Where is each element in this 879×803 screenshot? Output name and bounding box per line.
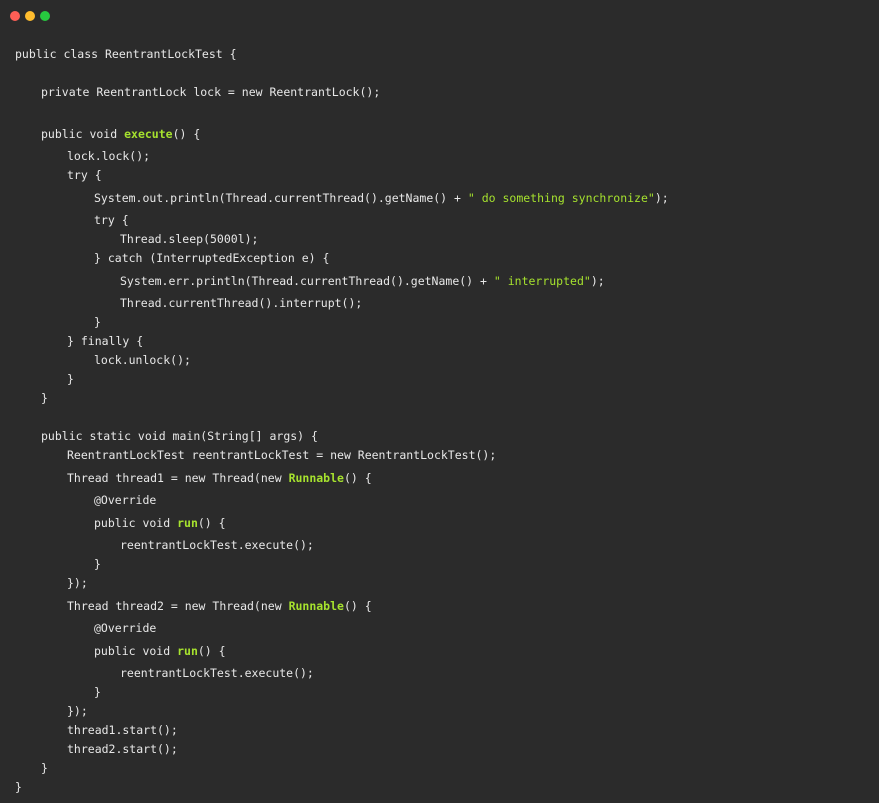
code-line: } — [94, 685, 101, 699]
code-text: reentrantLockTest.execute(); — [120, 666, 314, 680]
code-line: lock.lock(); — [67, 149, 150, 163]
code-text: }); — [67, 704, 88, 718]
code-text: } catch (InterruptedException e) { — [94, 251, 330, 265]
code-line: private ReentrantLock lock = new Reentra… — [41, 85, 380, 99]
code-text: public void — [94, 516, 178, 530]
code-text: ReentrantLockTest reentrantLockTest = ne… — [67, 448, 497, 462]
code-line: Thread thread1 = new Thread(new Runnable… — [67, 471, 372, 485]
code-identifier: run — [177, 644, 198, 658]
code-text: try { — [67, 168, 102, 182]
code-string: " do something synchronize" — [467, 191, 655, 205]
code-text: try { — [94, 213, 129, 227]
code-line: Thread.sleep(5000l); — [120, 232, 258, 246]
code-text: Thread thread1 = new Thread(new — [67, 471, 289, 485]
code-line: thread1.start(); — [67, 723, 178, 737]
code-text: @Override — [94, 493, 157, 507]
code-text: public void — [94, 644, 178, 658]
code-text: lock.lock(); — [67, 149, 151, 163]
code-text: thread1.start(); — [67, 723, 178, 737]
code-line: lock.unlock(); — [94, 353, 191, 367]
code-line: } — [67, 372, 74, 386]
code-line: public void run() { — [94, 516, 226, 530]
code-identifier: Runnable — [288, 599, 344, 613]
code-text: } — [67, 372, 74, 386]
code-line: System.err.println(Thread.currentThread(… — [120, 274, 605, 288]
code-text: } — [94, 685, 101, 699]
code-block: public class ReentrantLockTest { private … — [0, 0, 879, 803]
code-line: } finally { — [67, 334, 143, 348]
code-string: " interrupted" — [493, 274, 591, 288]
code-text: () { — [343, 471, 372, 485]
code-line: public void run() { — [94, 644, 226, 658]
code-line: } — [94, 315, 101, 329]
code-text: thread2.start(); — [67, 742, 178, 756]
code-line: public class ReentrantLockTest { — [15, 47, 237, 61]
code-text: System.out.println(Thread.currentThread(… — [94, 191, 468, 205]
code-line: } — [41, 391, 48, 405]
code-line: reentrantLockTest.execute(); — [120, 666, 314, 680]
code-text: } — [94, 557, 101, 571]
code-window: public class ReentrantLockTest { private … — [0, 0, 879, 803]
code-line: thread2.start(); — [67, 742, 178, 756]
code-line: try { — [67, 168, 102, 182]
code-text: }); — [67, 576, 88, 590]
code-text: ); — [654, 191, 669, 205]
code-text: reentrantLockTest.execute(); — [120, 538, 314, 552]
code-identifier: execute — [124, 127, 173, 141]
code-line: public static void main(String[] args) { — [41, 429, 318, 443]
code-text: ); — [590, 274, 605, 288]
code-text: () { — [197, 644, 226, 658]
code-text: System.err.println(Thread.currentThread(… — [120, 274, 494, 288]
code-line: try { — [94, 213, 129, 227]
code-text: } — [94, 315, 101, 329]
code-line: } — [15, 780, 22, 794]
code-text: private ReentrantLock lock = new Reentra… — [41, 85, 381, 99]
code-line: } — [94, 557, 101, 571]
code-line: public void execute() { — [41, 127, 200, 141]
code-line: reentrantLockTest.execute(); — [120, 538, 314, 552]
code-line: System.out.println(Thread.currentThread(… — [94, 191, 669, 205]
code-text: } — [15, 780, 22, 794]
code-text: () { — [197, 516, 226, 530]
code-text: } — [41, 391, 48, 405]
code-text: @Override — [94, 621, 157, 635]
code-text: public static void main(String[] args) { — [41, 429, 318, 443]
code-line: ReentrantLockTest reentrantLockTest = ne… — [67, 448, 496, 462]
code-text: } — [41, 761, 48, 775]
code-text: public class ReentrantLockTest { — [15, 47, 237, 61]
code-text: Thread thread2 = new Thread(new — [67, 599, 289, 613]
code-text: () { — [343, 599, 372, 613]
code-identifier: run — [177, 516, 198, 530]
code-line: }); — [67, 704, 88, 718]
code-text: Thread.sleep(5000l); — [120, 232, 259, 246]
code-line: @Override — [94, 621, 156, 635]
code-text: Thread.currentThread().interrupt(); — [120, 296, 363, 310]
code-line: Thread thread2 = new Thread(new Runnable… — [67, 599, 372, 613]
code-line: @Override — [94, 493, 156, 507]
code-identifier: Runnable — [288, 471, 344, 485]
code-text: lock.unlock(); — [94, 353, 191, 367]
code-text: public void — [41, 127, 125, 141]
code-line: }); — [67, 576, 88, 590]
code-line: } — [41, 761, 48, 775]
code-text: } finally { — [67, 334, 144, 348]
code-line: } catch (InterruptedException e) { — [94, 251, 329, 265]
code-text: () { — [172, 127, 201, 141]
code-line: Thread.currentThread().interrupt(); — [120, 296, 362, 310]
